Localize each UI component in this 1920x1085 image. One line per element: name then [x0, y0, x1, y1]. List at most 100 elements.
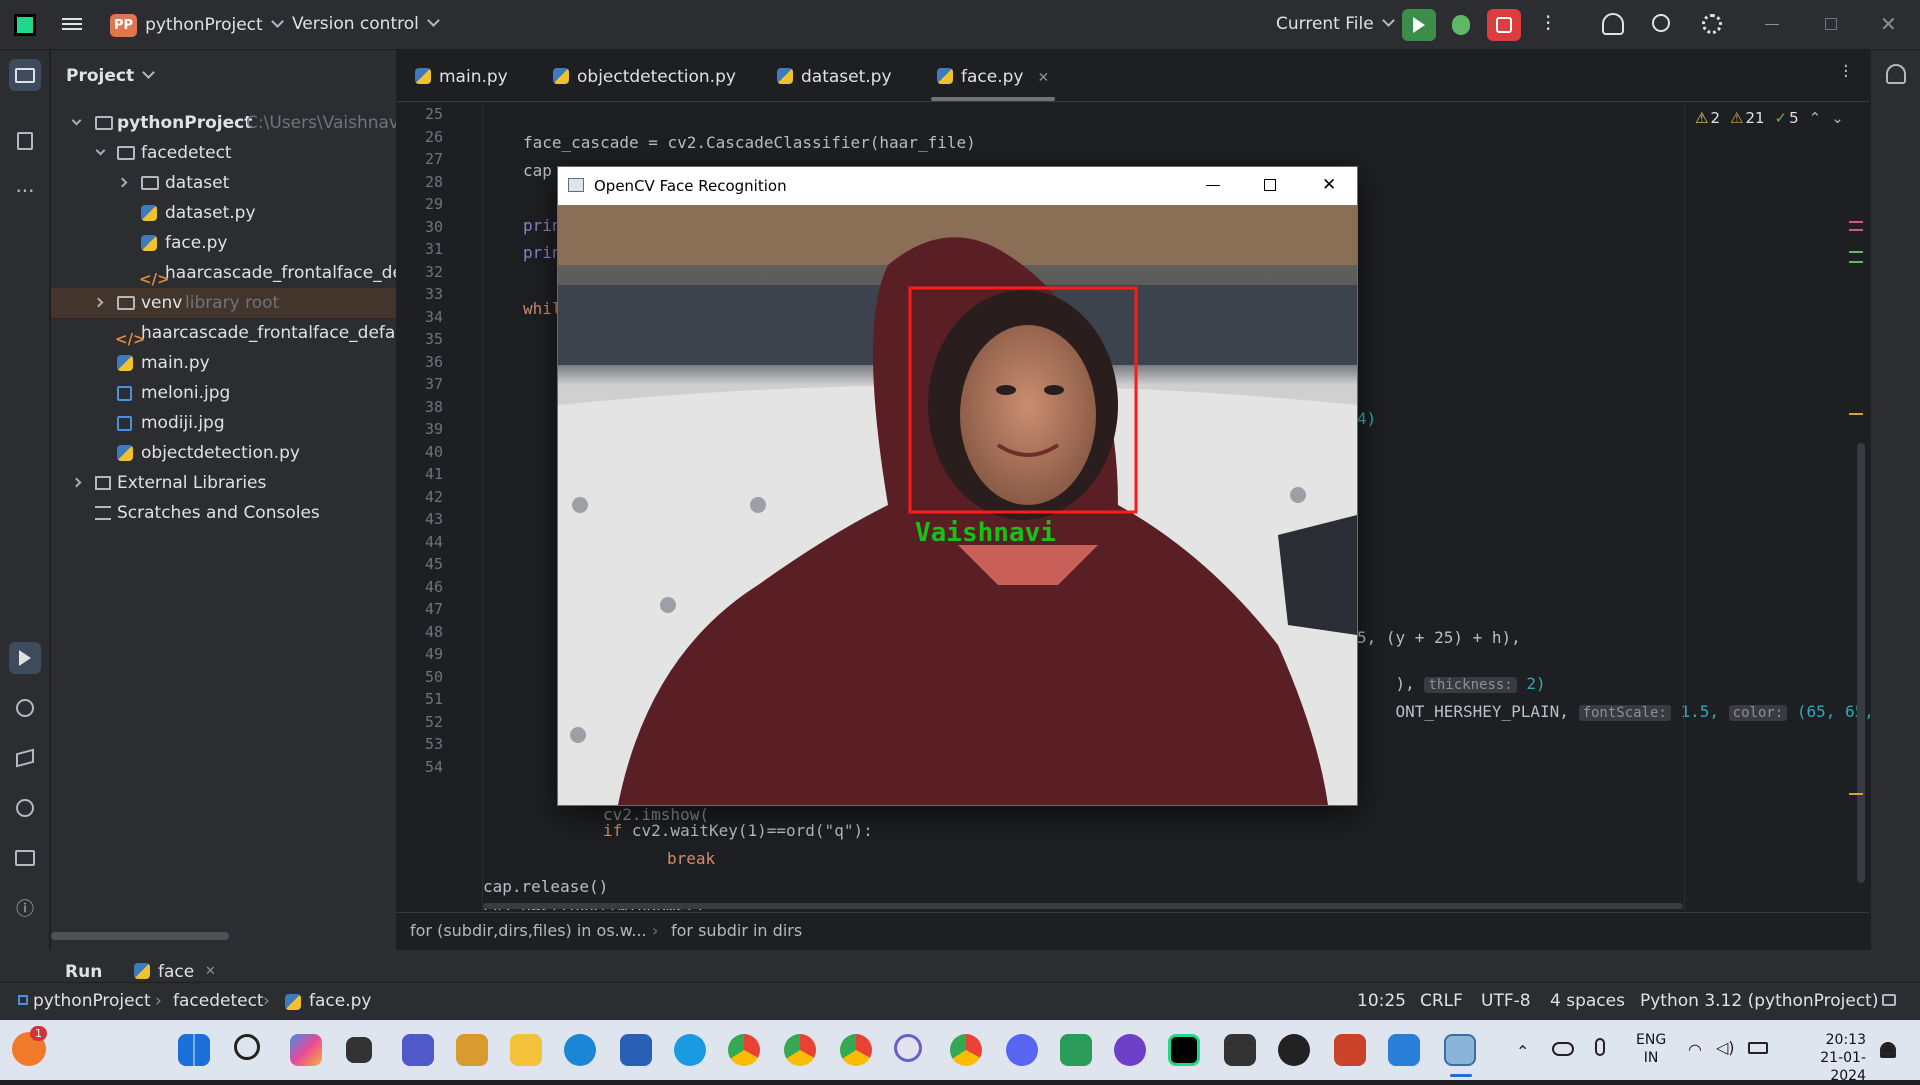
tree-item-external-libraries[interactable]: External Libraries	[51, 468, 396, 498]
horizontal-scrollbar[interactable]	[51, 932, 229, 940]
language-indicator[interactable]: ENG IN	[1636, 1031, 1666, 1067]
prev-highlight-icon[interactable]: ⌃	[1809, 109, 1822, 127]
maximize-icon[interactable]	[1264, 179, 1276, 191]
tree-item-venv[interactable]: venv library root	[51, 288, 396, 318]
run-tab-face[interactable]: face	[158, 962, 194, 982]
wifi-icon[interactable]: ◠	[1688, 1040, 1702, 1059]
tree-item-dataset-folder[interactable]: dataset	[51, 168, 396, 198]
indent-setting[interactable]: 4 spaces	[1550, 991, 1625, 1011]
file-explorer-icon[interactable]	[510, 1034, 542, 1066]
skype-icon[interactable]	[674, 1034, 706, 1066]
close-run-tab-icon[interactable]: ✕	[205, 964, 216, 979]
project-widget[interactable]: PP pythonProject	[110, 12, 282, 38]
lock-icon[interactable]	[1882, 994, 1896, 1006]
volume-icon[interactable]: ◁)	[1716, 1038, 1735, 1057]
inspection-widget[interactable]: ⚠ 2 ⚠ 21 ✓ 5 ⌃ ⌄	[1695, 109, 1844, 127]
tree-item-main-py[interactable]: main.py	[51, 348, 396, 378]
tab-main-py[interactable]: main.py	[415, 66, 508, 87]
version-control-menu[interactable]: Version control	[292, 14, 438, 34]
debug-icon[interactable]	[1452, 15, 1470, 35]
next-highlight-icon[interactable]: ⌄	[1831, 109, 1844, 127]
arc-icon[interactable]	[894, 1034, 922, 1062]
chrome-profile-icon[interactable]	[840, 1034, 872, 1066]
media-player-icon[interactable]	[1278, 1034, 1310, 1066]
project-panel-header[interactable]: Project	[66, 66, 153, 86]
stop-button[interactable]	[1487, 9, 1521, 41]
close-window-icon[interactable]: ✕	[1880, 12, 1897, 36]
tree-item-haarcascade[interactable]: </> haarcascade_frontalface_default	[51, 318, 396, 348]
main-menu-icon[interactable]	[62, 15, 82, 35]
close-icon[interactable]: ✕	[1322, 175, 1336, 195]
microphone-icon[interactable]	[1595, 1038, 1605, 1056]
tab-options-icon[interactable]: · · ·	[1843, 58, 1849, 86]
battery-icon[interactable]	[1748, 1042, 1768, 1054]
opencv-window[interactable]: OpenCV Face Recognition ✕ Vaishnavi	[557, 166, 1358, 806]
minimize-window-icon[interactable]	[1765, 24, 1779, 25]
store-icon[interactable]	[620, 1034, 652, 1066]
tree-item-haarcascade-inner[interactable]: </> haarcascade_frontalface_defa	[51, 258, 396, 288]
line-separator[interactable]: CRLF	[1420, 991, 1463, 1011]
chrome-icon[interactable]	[728, 1034, 760, 1066]
structure-icon[interactable]	[9, 125, 41, 157]
add-user-icon[interactable]	[1602, 13, 1624, 35]
file-encoding[interactable]: UTF-8	[1481, 991, 1531, 1011]
clock[interactable]: 20:13 21-01-2024	[1786, 1031, 1866, 1085]
search-icon[interactable]	[1652, 14, 1670, 32]
tree-item-modiji[interactable]: modiji.jpg	[51, 408, 396, 438]
tab-objectdetection-py[interactable]: objectdetection.py	[553, 66, 736, 87]
photos-icon[interactable]	[1388, 1034, 1420, 1066]
project-folder-icon[interactable]	[9, 59, 41, 91]
notification-center-icon[interactable]	[1880, 1042, 1896, 1058]
restore-window-icon[interactable]	[1825, 18, 1837, 30]
run-button[interactable]	[1402, 9, 1436, 41]
powerpoint-icon[interactable]	[1334, 1034, 1366, 1066]
edge-icon[interactable]	[564, 1034, 596, 1066]
problems-icon[interactable]: ⓘ	[9, 892, 41, 924]
tree-item-objectdetection[interactable]: objectdetection.py	[51, 438, 396, 468]
settings-gear-icon[interactable]	[1702, 14, 1722, 34]
git-tool-icon[interactable]	[1060, 1034, 1092, 1066]
caret-position[interactable]: 10:25	[1357, 991, 1406, 1011]
run-tool-icon[interactable]	[9, 642, 41, 674]
status-breadcrumb-project[interactable]: pythonProject	[33, 991, 151, 1011]
close-tab-icon[interactable]: ✕	[1037, 70, 1049, 86]
onedrive-icon[interactable]	[1552, 1042, 1574, 1056]
tab-face-py[interactable]: face.py ✕	[937, 66, 1049, 87]
obs-icon[interactable]	[1224, 1034, 1256, 1066]
editor-horizontal-scrollbar[interactable]	[483, 903, 1683, 909]
app-star-icon[interactable]	[456, 1034, 488, 1066]
editor-vertical-scrollbar[interactable]	[1857, 443, 1865, 883]
status-breadcrumb-file[interactable]: face.py	[309, 991, 371, 1011]
more-actions-icon[interactable]: · · ·	[1545, 7, 1551, 39]
run-config-select[interactable]: Current File	[1276, 14, 1393, 34]
tree-item-dataset-py[interactable]: dataset.py	[51, 198, 396, 228]
terminal-icon[interactable]	[9, 842, 41, 874]
notifications-bell-icon[interactable]	[1886, 64, 1906, 84]
interpreter-selector[interactable]: Python 3.12 (pythonProject)	[1640, 991, 1878, 1011]
opencv-taskbar-icon[interactable]	[1444, 1034, 1476, 1066]
tree-item-meloni[interactable]: meloni.jpg	[51, 378, 396, 408]
search-taskbar-icon[interactable]	[234, 1034, 260, 1060]
tree-item-scratches[interactable]: Scratches and Consoles	[51, 498, 396, 528]
more-tools-icon[interactable]: ···	[9, 175, 41, 207]
tab-dataset-py[interactable]: dataset.py	[777, 66, 892, 87]
chrome-profile-icon[interactable]	[950, 1034, 982, 1066]
tray-overflow-icon[interactable]: ⌃	[1516, 1042, 1529, 1061]
breadcrumb-item[interactable]: for subdir in dirs	[671, 921, 802, 940]
python-packages-icon[interactable]	[9, 742, 41, 774]
tree-item-root[interactable]: pythonProject C:\Users\Vaishnavi	[51, 108, 396, 138]
status-breadcrumb-folder[interactable]: facedetect	[173, 991, 264, 1011]
tree-item-face-py[interactable]: face.py	[51, 228, 396, 258]
pycharm-taskbar-icon[interactable]	[1168, 1034, 1200, 1066]
copilot-icon[interactable]	[290, 1034, 322, 1066]
teams-icon[interactable]	[402, 1034, 434, 1066]
python-console-icon[interactable]	[9, 692, 41, 724]
tree-item-facedetect[interactable]: facedetect	[51, 138, 396, 168]
chrome-profile-icon[interactable]	[784, 1034, 816, 1066]
opencv-window-titlebar[interactable]: OpenCV Face Recognition ✕	[558, 167, 1357, 205]
start-menu-icon[interactable]	[178, 1034, 210, 1066]
services-icon[interactable]	[9, 792, 41, 824]
github-desktop-icon[interactable]	[1114, 1034, 1146, 1066]
discord-icon[interactable]	[1006, 1034, 1038, 1066]
minimize-icon[interactable]	[1206, 185, 1220, 186]
